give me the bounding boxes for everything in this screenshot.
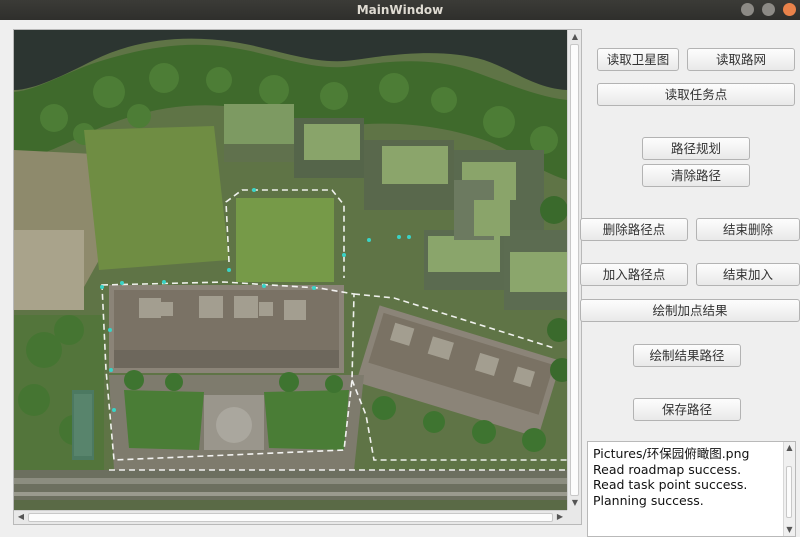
map-horizontal-scroll-thumb[interactable] [28, 513, 553, 522]
load-tasks-button[interactable]: 读取任务点 [597, 83, 795, 106]
map-vertical-scrollbar[interactable]: ▲ ▼ [567, 30, 581, 510]
log-scroll-up-arrow-icon[interactable]: ▲ [784, 443, 795, 453]
log-vertical-scrollbar[interactable]: ▲ ▼ [783, 442, 795, 536]
scroll-corner [567, 510, 581, 524]
save-path-button[interactable]: 保存路径 [633, 398, 741, 421]
load-roadnet-button[interactable]: 读取路网 [687, 48, 795, 71]
map-horizontal-scrollbar[interactable]: ◀ ▶ [14, 510, 567, 524]
window-title: MainWindow [356, 3, 444, 17]
log-scroll-down-arrow-icon[interactable]: ▼ [784, 525, 795, 535]
log-scroll-thumb[interactable] [786, 466, 792, 518]
draw-added-result-button[interactable]: 绘制加点结果 [580, 299, 800, 322]
draw-result-path-button[interactable]: 绘制结果路径 [633, 344, 741, 367]
end-delete-button[interactable]: 结束删除 [696, 218, 800, 241]
end-add-button[interactable]: 结束加入 [696, 263, 800, 286]
close-dot-icon[interactable] [783, 3, 796, 16]
title-bar: MainWindow [0, 0, 800, 20]
log-line: Pictures/环保园俯瞰图.png [593, 446, 750, 461]
satellite-image [14, 30, 567, 510]
scroll-up-arrow-icon[interactable]: ▲ [569, 32, 581, 42]
minimize-dot-icon[interactable] [741, 3, 754, 16]
log-output-box[interactable]: Pictures/环保园俯瞰图.png Read roadmap success… [587, 441, 796, 537]
scroll-left-arrow-icon[interactable]: ◀ [15, 512, 27, 522]
map-vertical-scroll-thumb[interactable] [570, 44, 579, 496]
log-line: Read task point success. [593, 477, 748, 492]
plan-path-button[interactable]: 路径规划 [642, 137, 750, 160]
load-satellite-button[interactable]: 读取卫星图 [597, 48, 679, 71]
clear-path-button[interactable]: 清除路径 [642, 164, 750, 187]
log-line: Read roadmap success. [593, 461, 742, 477]
scroll-right-arrow-icon[interactable]: ▶ [554, 512, 566, 522]
add-points-button[interactable]: 加入路径点 [580, 263, 688, 286]
satellite-map-view[interactable] [14, 30, 567, 510]
delete-points-button[interactable]: 删除路径点 [580, 218, 688, 241]
map-view-frame: ▲ ▼ ◀ ▶ [13, 29, 582, 525]
main-window-client: ▲ ▼ ◀ ▶ 读取卫星图 读取路网 读取任务点 路径规划 清除路径 删除路径点… [0, 20, 800, 537]
scroll-down-arrow-icon[interactable]: ▼ [569, 498, 581, 508]
log-lines: Pictures/环保园俯瞰图.png Read roadmap success… [593, 446, 773, 508]
maximize-dot-icon[interactable] [762, 3, 775, 16]
log-line: Planning success. [593, 492, 704, 508]
